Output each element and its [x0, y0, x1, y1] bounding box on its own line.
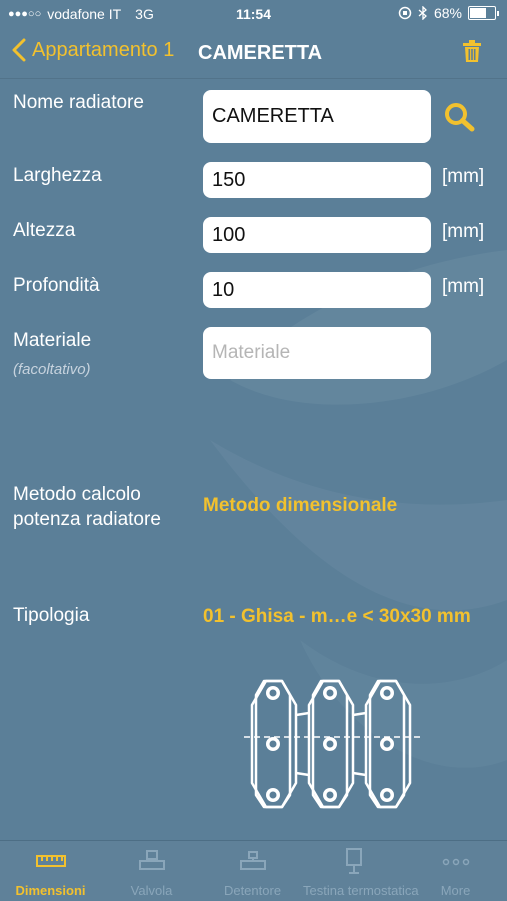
depth-label: Profondità [13, 275, 100, 296]
depth-input[interactable]: 10 [203, 272, 431, 308]
radiator-illustration [244, 679, 424, 809]
calc-method-label-line1: Metodo calcolo [13, 484, 141, 505]
width-unit: [mm] [442, 166, 485, 187]
material-input[interactable]: Materiale [203, 327, 431, 379]
tab-label: Dimensioni [15, 883, 86, 898]
calc-method-label-line2: potenza radiatore [13, 509, 161, 530]
trash-icon [463, 40, 481, 62]
height-label: Altezza [13, 220, 76, 241]
page-title: CAMERETTA [198, 42, 323, 64]
chevron-left-icon [12, 38, 26, 62]
search-icon[interactable] [444, 102, 476, 132]
height-input[interactable]: 100 [203, 217, 431, 253]
tab-dimensioni[interactable]: Dimensioni [0, 841, 101, 901]
depth-unit: [mm] [442, 276, 485, 297]
tab-more[interactable]: More [404, 841, 507, 901]
thermostatic-head-icon [345, 848, 362, 874]
ruler-icon [35, 855, 66, 867]
tab-label: Detentore [223, 883, 282, 898]
valve-icon [138, 850, 165, 870]
radiator-name-label: Nome radiatore [13, 92, 144, 113]
delete-button[interactable] [463, 39, 481, 68]
back-button[interactable]: Appartamento 1 [12, 38, 174, 62]
tab-bar: Dimensioni Valvola Detentore Testina ter… [0, 840, 507, 901]
width-label: Larghezza [13, 165, 102, 186]
tab-valvola[interactable]: Valvola [101, 841, 202, 901]
calc-method-label: Metodo calcolo potenza radiatore [13, 482, 161, 532]
tab-detentore[interactable]: Detentore [202, 841, 303, 901]
battery-percent: 68% [433, 5, 462, 21]
more-icon [442, 858, 469, 866]
radiator-name-input[interactable]: CAMERETTA [203, 90, 431, 143]
orientation-lock-icon [398, 6, 412, 20]
navigation-bar: Appartamento 1 CAMERETTA [0, 30, 507, 79]
tab-label: More [440, 883, 471, 898]
width-input[interactable]: 150 [203, 162, 431, 198]
type-label: Tipologia [13, 605, 90, 626]
height-unit: [mm] [442, 221, 485, 242]
tab-label: Testina termostatica [303, 883, 419, 898]
calc-method-value[interactable]: Metodo dimensionale [203, 495, 397, 517]
tab-testina-termostatica[interactable]: Testina termostatica [303, 841, 419, 901]
bluetooth-icon [418, 6, 427, 20]
battery-tip [497, 10, 499, 16]
tab-label: Valvola [130, 883, 173, 898]
status-bar: ●●●○○ vodafone IT 3G 11:54 68% [0, 0, 507, 30]
battery-icon [468, 6, 496, 20]
back-label: Appartamento 1 [32, 38, 175, 61]
lockshield-icon [239, 851, 266, 870]
material-label: Materiale [13, 330, 92, 351]
material-optional-note: (facoltativo) [13, 361, 91, 378]
